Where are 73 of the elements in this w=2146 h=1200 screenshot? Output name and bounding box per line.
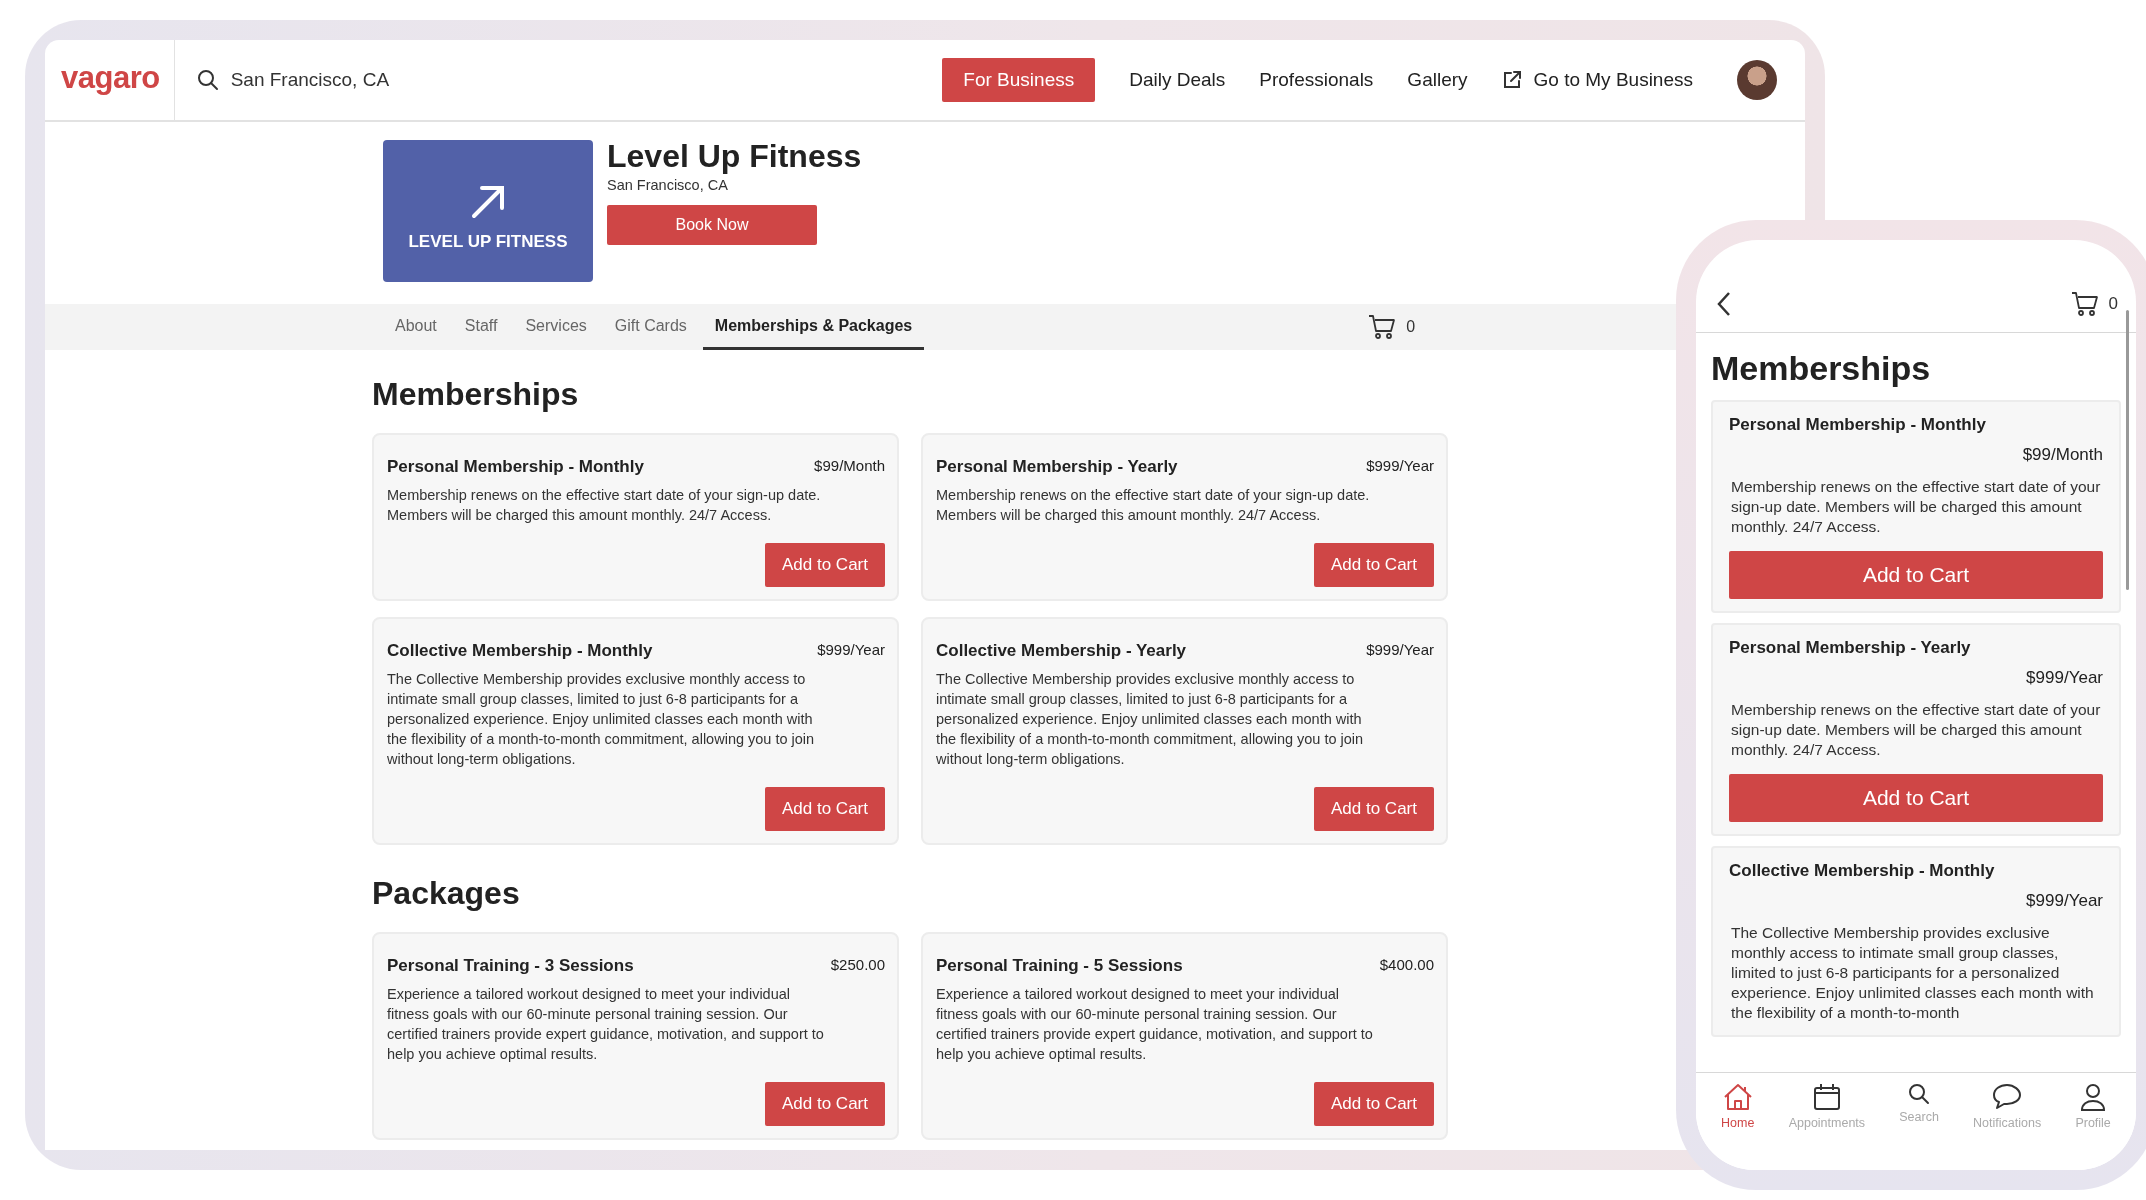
item-description: The Collective Membership provides exclusive monthly access to intimate small group classes, limited to just 6-8 participants for a personalized experience. Enjoy unlimited classes each month with the flexibility of a month-to-month bbox=[1731, 923, 2095, 1023]
nav-link-label[interactable]: Go to My Business bbox=[1533, 69, 1693, 91]
cart-count: 0 bbox=[2108, 294, 2118, 314]
location-search-field[interactable]: San Francisco, CA bbox=[230, 69, 390, 91]
tab[interactable]: Services bbox=[513, 304, 599, 350]
tab[interactable]: Gift Cards bbox=[602, 304, 699, 350]
tab-bar-item[interactable]: Notifications bbox=[1973, 1083, 2042, 1130]
tab-bar-item[interactable]: Search bbox=[1899, 1083, 1939, 1124]
add-to-cart-button[interactable]: Add to Cart bbox=[765, 787, 885, 831]
item-name: Personal Training - 5 Sessions bbox=[936, 956, 1183, 976]
for-business-button[interactable]: For Business bbox=[942, 58, 1096, 102]
item-description: Membership renews on the effective start date of your sign-up date. Members will be charged this amount monthly. 24/7 Access. bbox=[936, 486, 1371, 525]
scrollbar[interactable] bbox=[2126, 310, 2129, 590]
item-name: Personal Membership - Monthly bbox=[387, 457, 644, 477]
avatar[interactable] bbox=[1737, 60, 1777, 100]
item-price: $400.00 bbox=[1379, 956, 1434, 973]
nav-link[interactable]: Professionals bbox=[1259, 69, 1374, 91]
cart-count: 0 bbox=[1406, 318, 1416, 336]
cart-icon bbox=[1368, 314, 1397, 340]
item-price: $99/Month bbox=[814, 457, 885, 474]
section-heading: Packages bbox=[372, 875, 521, 912]
item-description: Experience a tailored workout designed to meet your individual fitness goals with our 60-minute personal training session. Our certified trainers provide expert guidance, motivation, and support to help you achieve optimal results. bbox=[936, 985, 1374, 1064]
business-name: Level Up Fitness bbox=[607, 138, 862, 175]
search-icon bbox=[1908, 1083, 1931, 1105]
back-icon[interactable] bbox=[1716, 291, 1732, 317]
item-description: Membership renews on the effective start date of your sign-up date. Members will be charged this amount monthly. 24/7 Access. bbox=[1731, 700, 2102, 760]
item-price: $999/Year bbox=[817, 641, 885, 658]
tab-bar-item[interactable]: Profile bbox=[2075, 1083, 2111, 1130]
item-name: Collective Membership - Monthly bbox=[387, 641, 653, 661]
calendar-icon bbox=[1812, 1083, 1841, 1111]
item-description: Membership renews on the effective start date of your sign-up date. Members will be charged this amount monthly. 24/7 Access. bbox=[387, 486, 822, 525]
section-heading: Memberships bbox=[372, 376, 580, 413]
add-to-cart-button[interactable]: Add to Cart bbox=[1729, 774, 2103, 822]
item-price: $999/Year bbox=[2026, 891, 2103, 911]
home-icon bbox=[1722, 1083, 1753, 1111]
add-to-cart-button[interactable]: Add to Cart bbox=[1314, 543, 1434, 587]
item-name: Collective Membership - Yearly bbox=[936, 641, 1187, 661]
nav-link[interactable]: Gallery bbox=[1407, 69, 1468, 91]
search-icon bbox=[196, 69, 219, 91]
item-name: Personal Membership - Monthly bbox=[1729, 415, 1987, 435]
item-name: Collective Membership - Monthly bbox=[1729, 861, 1996, 881]
item-price: $250.00 bbox=[830, 956, 885, 973]
item-description: The Collective Membership provides exclusive monthly access to intimate small group classes, limited to just 6-8 participants for a personalized experience. Enjoy unlimited classes each month with the flexibility of a month-to-month commitment, allowing you to join without long-term obligations. bbox=[387, 670, 816, 769]
add-to-cart-button[interactable]: Add to Cart bbox=[1314, 787, 1434, 831]
tab[interactable]: Memberships & Packages bbox=[702, 304, 925, 350]
item-description: The Collective Membership provides exclusive monthly access to intimate small group classes, limited to just 6-8 participants for a personalized experience. Enjoy unlimited classes each month with the flexibility of a month-to-month commitment, allowing you to join without long-term obligations. bbox=[936, 670, 1365, 769]
item-name: Personal Membership - Yearly bbox=[1729, 638, 1972, 658]
cart-icon bbox=[2070, 291, 2099, 317]
section-heading: Memberships bbox=[1711, 349, 1932, 388]
add-to-cart-button[interactable]: Add to Cart bbox=[765, 543, 885, 587]
item-price: $999/Year bbox=[1366, 641, 1434, 658]
vagaro-logo[interactable]: vagaro bbox=[45, 40, 175, 122]
tab-bar-item[interactable]: Home bbox=[1721, 1083, 1755, 1130]
chat-icon bbox=[1992, 1083, 2023, 1111]
item-description: Experience a tailored workout designed to meet your individual fitness goals with our 60-minute personal training session. Our certified trainers provide expert guidance, motivation, and support to help you achieve optimal results. bbox=[387, 985, 825, 1064]
tab[interactable]: Staff bbox=[452, 304, 510, 350]
item-price: $999/Year bbox=[2026, 668, 2103, 688]
add-to-cart-button[interactable]: Add to Cart bbox=[1314, 1082, 1434, 1126]
external-link-icon bbox=[1501, 70, 1522, 90]
tab[interactable]: About bbox=[383, 304, 449, 350]
logo-text: LEVEL UP FITNESS bbox=[408, 232, 568, 252]
item-name: Personal Training - 3 Sessions bbox=[387, 956, 634, 976]
item-price: $999/Year bbox=[1366, 457, 1434, 474]
nav-link[interactable]: Daily Deals bbox=[1129, 69, 1226, 91]
person-icon bbox=[2080, 1083, 2107, 1111]
item-price: $99/Month bbox=[2022, 445, 2103, 465]
business-location: San Francisco, CA bbox=[607, 177, 729, 193]
book-now-button[interactable]: Book Now bbox=[607, 205, 817, 245]
tab-bar-item[interactable]: Appointments bbox=[1788, 1083, 1866, 1130]
item-name: Personal Membership - Yearly bbox=[936, 457, 1178, 477]
item-description: Membership renews on the effective start date of your sign-up date. Members will be charged this amount monthly. 24/7 Access. bbox=[1731, 477, 2102, 537]
add-to-cart-button[interactable]: Add to Cart bbox=[1729, 551, 2103, 599]
add-to-cart-button[interactable]: Add to Cart bbox=[765, 1082, 885, 1126]
